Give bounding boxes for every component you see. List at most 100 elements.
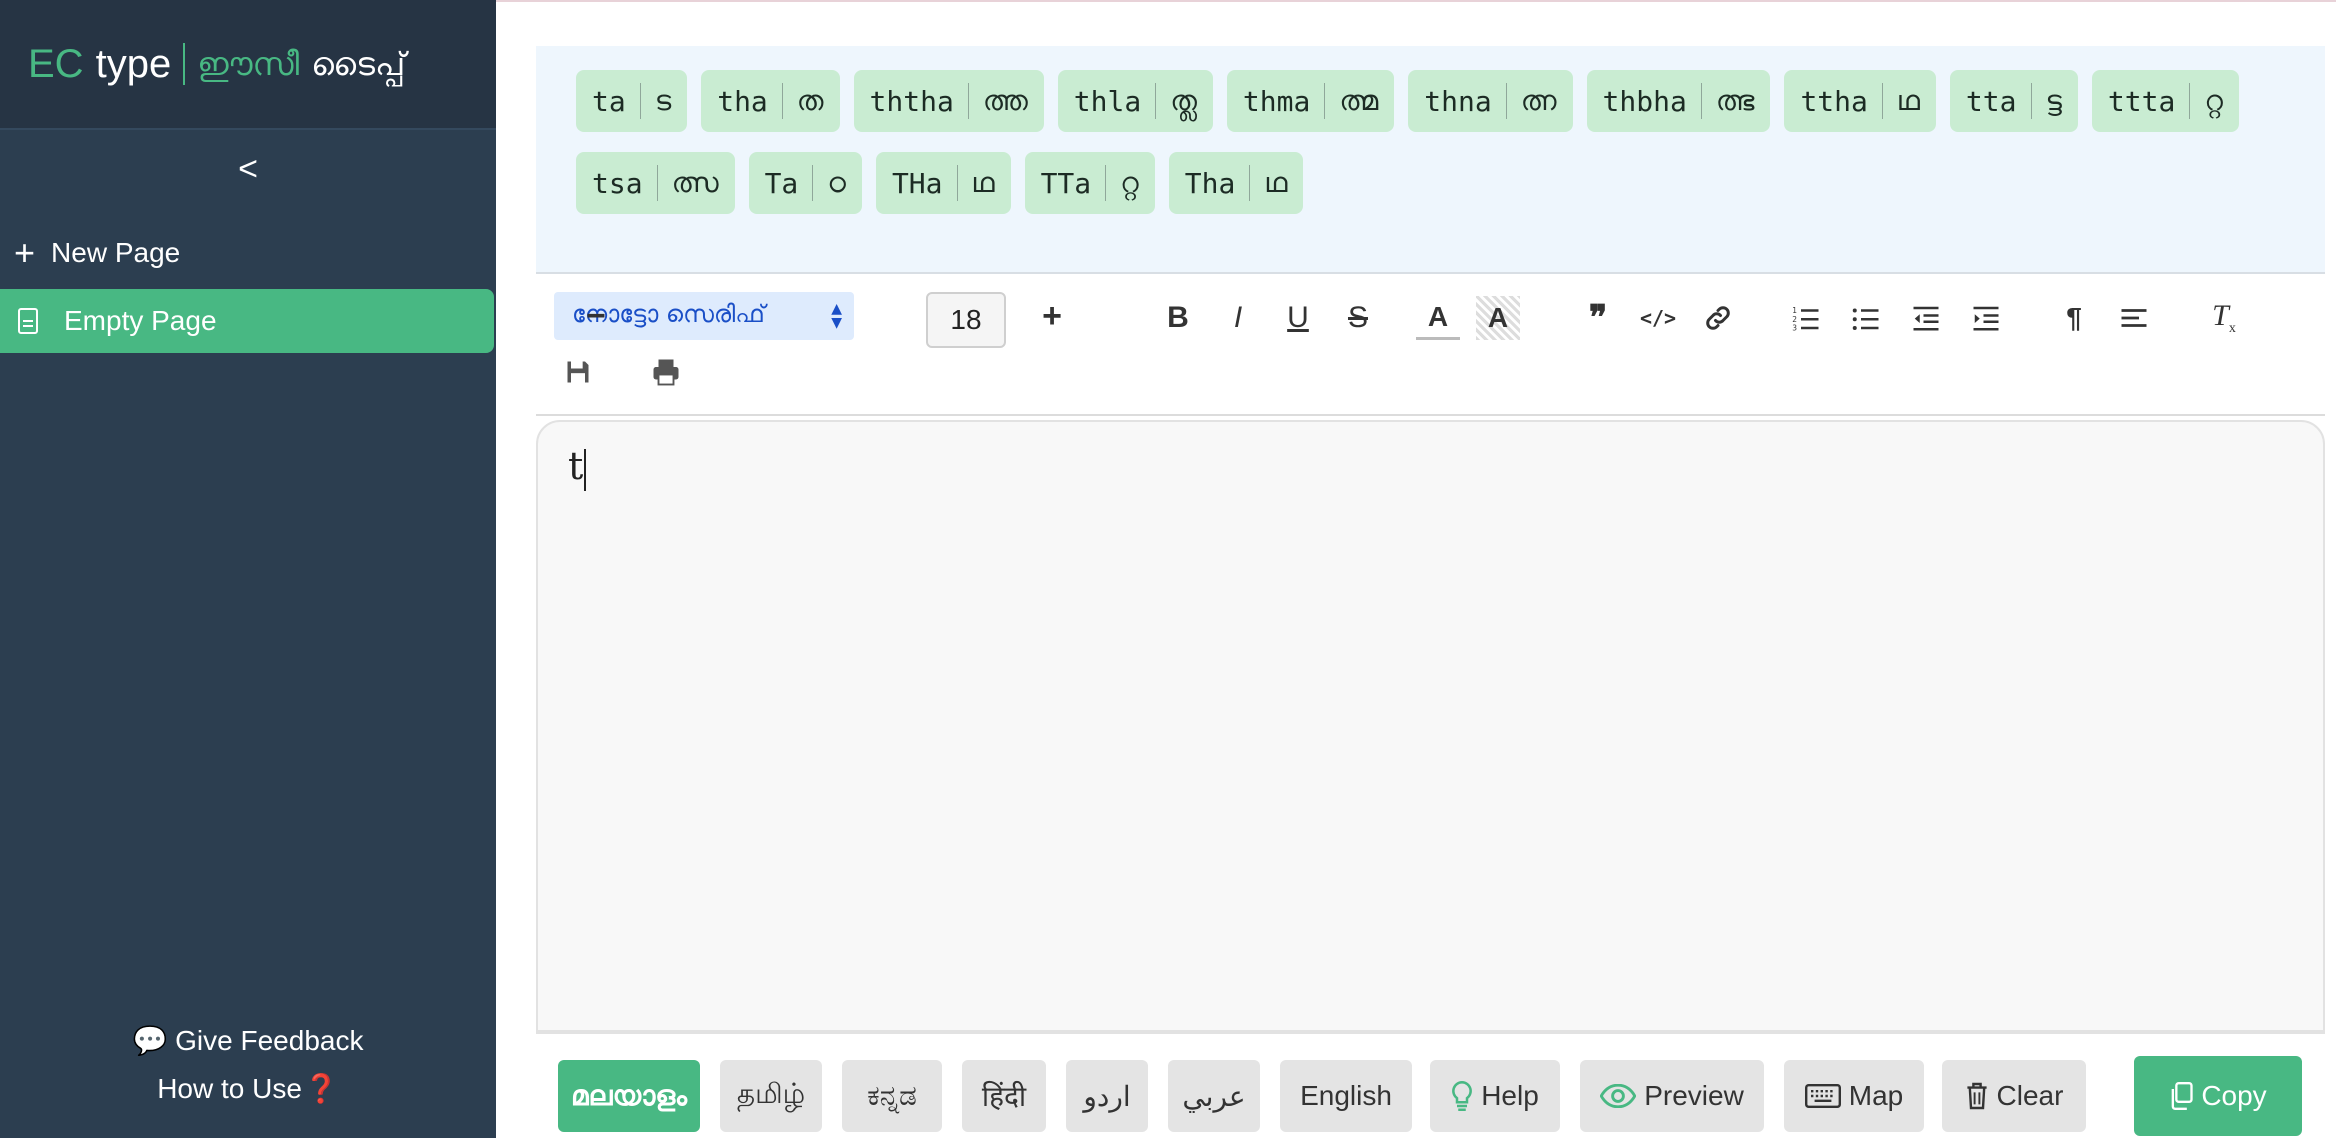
text-direction-button[interactable]: ¶ — [2052, 296, 2096, 340]
bullet-list-button[interactable] — [1844, 296, 1888, 340]
map-button[interactable]: Map — [1784, 1060, 1924, 1132]
suggestion-divider — [1505, 83, 1507, 119]
new-page-label: New Page — [51, 237, 181, 268]
bold-button[interactable]: B — [1156, 296, 1200, 340]
lang-arabic-button[interactable]: عربي — [1168, 1060, 1260, 1132]
suggestion-panel: ta ട tha ത ththa ത്ത thla ത്ല thma ത്മ thna ത്ന thbh… — [536, 46, 2325, 274]
how-to-use-label: How to Use — [157, 1073, 302, 1104]
suggestion-chip[interactable]: Tha ഥ — [1168, 152, 1304, 214]
preview-button[interactable]: Preview — [1580, 1060, 1764, 1132]
suggestion-divider — [2189, 83, 2191, 119]
strikethrough-button[interactable]: S — [1336, 296, 1380, 340]
minus-icon: − — [586, 296, 606, 335]
clear-format-icon: Tx — [2212, 299, 2236, 336]
suggestion-malayalam: റ്റ — [2204, 84, 2224, 117]
lang-kannada-label: ಕನ್ನಡ — [867, 1079, 917, 1111]
copy-label: Copy — [2201, 1080, 2267, 1111]
clear-formatting-button[interactable]: Tx — [2202, 296, 2246, 340]
lang-kannada-button[interactable]: ಕನ್ನಡ — [842, 1060, 942, 1132]
underline-button[interactable]: U — [1276, 296, 1320, 340]
suggestion-chip[interactable]: ttha ഥ — [1784, 70, 1936, 132]
save-icon — [567, 361, 589, 383]
suggestion-malayalam: ത്ഭ — [1715, 84, 1755, 117]
blockquote-button[interactable]: ❞ — [1576, 296, 1620, 340]
text-editor[interactable]: t — [536, 420, 2325, 1032]
suggestion-chip[interactable]: thna ത്ന — [1408, 70, 1573, 132]
lang-urdu-button[interactable]: اردو — [1066, 1060, 1148, 1132]
lang-english-label: English — [1300, 1080, 1392, 1111]
suggestion-chips: ta ട tha ത ththa ത്ത thla ത്ല thma ത്മ thna ത്ന thbh… — [576, 70, 2325, 214]
sidebar: EC type ഈസീ ടൈപ്പ് < + New Page Empty Pa… — [0, 0, 496, 1138]
highlight-icon: A — [1487, 302, 1509, 333]
suggestion-chip[interactable]: ththa ത്ത — [853, 70, 1044, 132]
font-size-input[interactable]: 18 — [926, 292, 1006, 348]
suggestion-latin: thbha — [1602, 84, 1687, 118]
suggestion-divider — [1155, 83, 1157, 119]
editor-content[interactable]: t — [568, 444, 587, 491]
logo-type-text: type — [95, 41, 172, 86]
suggestion-latin: tha — [717, 84, 768, 118]
outdent-button[interactable] — [1904, 296, 1948, 340]
paragraph-icon: ¶ — [2066, 302, 2082, 333]
document-icon — [18, 308, 38, 334]
suggestion-malayalam: ട്ട — [2045, 84, 2062, 117]
suggestion-chip[interactable]: thla ത്ല — [1057, 70, 1213, 132]
help-button[interactable]: Help — [1430, 1060, 1560, 1132]
italic-button[interactable]: I — [1216, 296, 1260, 340]
give-feedback-link[interactable]: 💬 Give Feedback — [0, 1024, 496, 1057]
give-feedback-label: Give Feedback — [175, 1025, 364, 1056]
italic-icon: I — [1233, 301, 1243, 334]
map-label: Map — [1848, 1080, 1904, 1111]
lang-english-button[interactable]: English — [1280, 1060, 1412, 1132]
indent-button[interactable] — [1964, 296, 2008, 340]
lang-malayalam-button[interactable]: മലയാളം — [558, 1060, 700, 1132]
save-button[interactable] — [558, 352, 598, 392]
lang-tamil-label: தமிழ் — [736, 1078, 806, 1109]
lightbulb-icon — [1452, 1081, 1473, 1111]
svg-text:3: 3 — [1792, 324, 1797, 333]
increase-font-size-button[interactable]: + — [1030, 294, 1074, 338]
suggestion-latin: ttha — [1800, 84, 1868, 118]
keyboard-icon — [1804, 1084, 1841, 1108]
copy-button[interactable]: Copy — [2134, 1056, 2302, 1136]
logo-malayalam-easy: ഈസീ — [197, 44, 300, 83]
decrease-font-size-button[interactable]: − — [586, 294, 630, 338]
align-button[interactable] — [2112, 296, 2156, 340]
suggestion-chip[interactable]: ta ട — [576, 70, 688, 132]
suggestion-malayalam: ഠ — [827, 166, 846, 199]
lang-tamil-button[interactable]: தமிழ் — [720, 1060, 822, 1132]
suggestion-malayalam: ഥ — [1896, 84, 1920, 117]
suggestion-chip[interactable]: TTa റ്റ — [1024, 152, 1155, 214]
bottom-bar: മലയാളം தமிழ் ಕನ್ನಡ हिंदी اردو عربي Engli… — [536, 1032, 2325, 1138]
suggestion-chip[interactable]: ttta റ്റ — [2091, 70, 2240, 132]
suggestion-chip[interactable]: thbha ത്ഭ — [1586, 70, 1771, 132]
select-arrows-icon: ▲ ▼ — [831, 301, 842, 331]
suggestion-divider — [967, 83, 969, 119]
suggestion-chip[interactable]: Ta ഠ — [748, 152, 862, 214]
suggestion-latin: Tha — [1184, 166, 1236, 200]
suggestion-malayalam: ത — [796, 84, 824, 117]
suggestion-chip[interactable]: tta ട്ട — [1949, 70, 2078, 132]
highlight-color-button[interactable]: A — [1476, 296, 1520, 340]
ordered-list-button[interactable]: 123 — [1784, 296, 1828, 340]
suggestion-divider — [1249, 165, 1251, 201]
new-page-button[interactable]: + New Page — [14, 232, 180, 274]
suggestion-chip[interactable]: tha ത — [701, 70, 840, 132]
text-color-icon: A — [1427, 300, 1449, 332]
lang-arabic-label: عربي — [1182, 1080, 1246, 1112]
print-button[interactable] — [646, 352, 686, 392]
code-button[interactable]: </> — [1636, 296, 1680, 340]
suggestion-malayalam: ത്സ — [671, 166, 719, 199]
suggestion-malayalam: ഥ — [1264, 166, 1288, 199]
page-item-empty-page[interactable]: Empty Page — [0, 289, 494, 353]
lang-hindi-button[interactable]: हिंदी — [962, 1060, 1046, 1132]
link-button[interactable] — [1696, 296, 1740, 340]
collapse-sidebar-button[interactable]: < — [0, 150, 496, 189]
suggestion-chip[interactable]: THa ഥ — [875, 152, 1011, 214]
eye-icon — [1600, 1084, 1637, 1108]
text-color-button[interactable]: A — [1416, 296, 1460, 340]
how-to-use-link[interactable]: How to Use❓ — [0, 1072, 496, 1105]
suggestion-chip[interactable]: thma ത്മ — [1226, 70, 1395, 132]
clear-button[interactable]: Clear — [1942, 1060, 2086, 1132]
suggestion-chip[interactable]: tsa ത്സ — [576, 152, 735, 214]
